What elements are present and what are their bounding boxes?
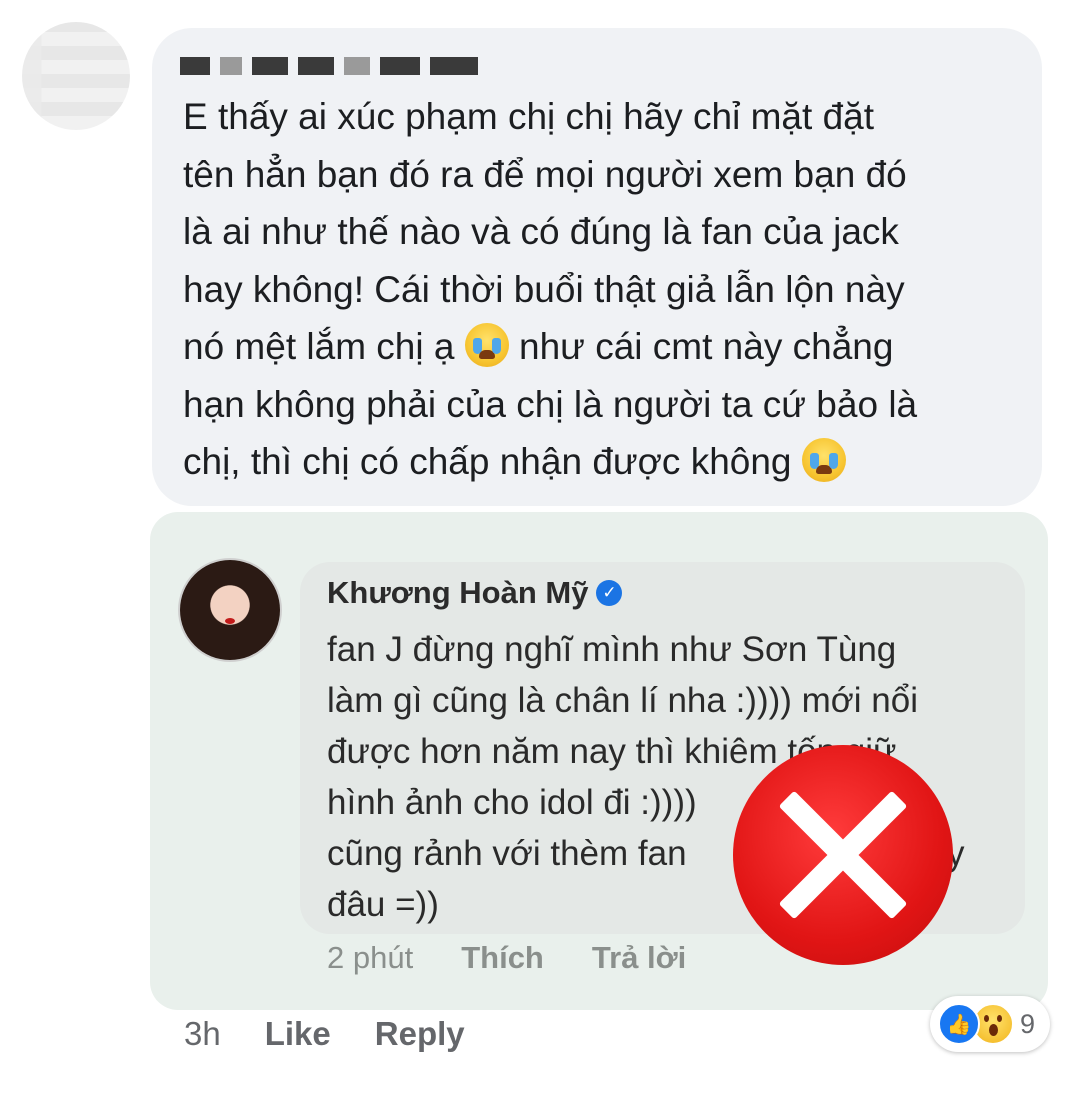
reply-line-part: cũng rảnh với thèm fan — [327, 834, 687, 873]
comment-line: chị, thì chị có chấp nhận được không — [183, 433, 1018, 491]
reply-line: làm gì cũng là chân lí nha :)))) mới nổi — [327, 681, 918, 720]
reply-actions: 2 phút Thích Trả lời — [327, 940, 686, 976]
reply-reply-button[interactable]: Trả lời — [592, 940, 686, 976]
comment-line: nó mệt lắm chị ạ như cái cmt này chẳng — [183, 318, 1018, 376]
comment-line-part: nó mệt lắm chị ạ — [183, 326, 455, 367]
reply-line: fan J đừng nghĩ mình như Sơn Tùng — [327, 630, 897, 669]
reply-timestamp[interactable]: 2 phút — [327, 940, 413, 976]
commenter-name-redacted[interactable] — [180, 52, 478, 80]
comment-text: E thấy ai xúc phạm chị chị hãy chỉ mặt đ… — [183, 88, 1018, 491]
comment-actions: 3h Like Reply — [184, 1015, 465, 1053]
commenter-avatar-blurred[interactable] — [22, 22, 130, 130]
comment-line-part: chị, thì chị có chấp nhận được không — [183, 441, 792, 482]
comment-line: E thấy ai xúc phạm chị chị hãy chỉ mặt đ… — [183, 96, 875, 137]
reply-author-name[interactable]: Khương Hoàn Mỹ ✓ — [327, 575, 623, 611]
comment-line: hạn không phải của chị là người ta cứ bả… — [183, 383, 918, 425]
reaction-count: 9 — [1020, 1008, 1036, 1039]
reply-button[interactable]: Reply — [375, 1015, 465, 1053]
red-x-mark-icon — [733, 745, 953, 965]
reply-like-button[interactable]: Thích — [461, 940, 544, 976]
comment-line: là ai như thế nào và có đúng là fan của … — [183, 211, 899, 252]
reply-author-label: Khương Hoàn Mỹ — [327, 575, 589, 610]
like-button[interactable]: Like — [265, 1015, 331, 1053]
loudly-crying-face-icon — [801, 438, 846, 482]
comment-line: hay không! Cái thời buổi thật giả lẫn lộ… — [183, 268, 905, 310]
loudly-crying-face-icon — [464, 323, 509, 367]
comment-timestamp[interactable]: 3h — [184, 1015, 221, 1053]
verified-badge-icon: ✓ — [596, 580, 623, 606]
like-icon: 👍 — [938, 1003, 980, 1045]
reactions-summary[interactable]: 👍 9 — [930, 996, 1050, 1052]
reply-author-avatar[interactable] — [180, 560, 280, 660]
comment-line-part: như cái cmt này chẳng — [519, 326, 894, 367]
comment-line: tên hẳn bạn đó ra để mọi người xem bạn đ… — [183, 153, 907, 195]
